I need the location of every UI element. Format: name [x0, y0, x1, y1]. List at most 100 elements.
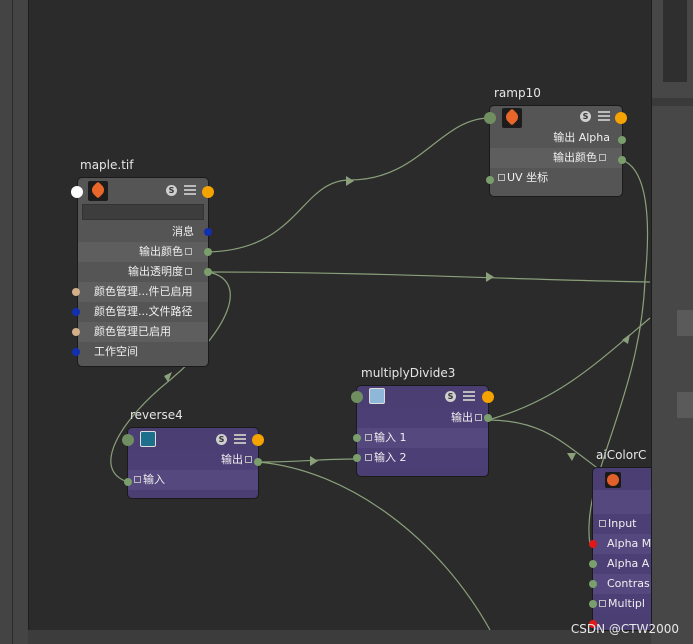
- attr-row[interactable]: 颜色管理已启用: [78, 322, 208, 342]
- attr-label: 输出: [221, 453, 243, 466]
- expand-icon[interactable]: [185, 268, 192, 275]
- plug-dot[interactable]: [353, 434, 361, 442]
- wire-reverse-down: [257, 461, 491, 631]
- multiply-divide-node[interactable]: S 输出 输入 1 输入 2: [357, 386, 488, 476]
- attr-row[interactable]: 消息: [78, 222, 208, 242]
- attr-label: 输入 2: [374, 451, 407, 464]
- menu-icon[interactable]: [598, 111, 610, 121]
- attr-label: 颜色管理已启用: [94, 325, 171, 338]
- attr-label: 输出: [451, 411, 473, 424]
- menu-icon[interactable]: [463, 391, 475, 401]
- input-port[interactable]: [122, 434, 134, 446]
- plug-dot[interactable]: [618, 156, 626, 164]
- attr-row[interactable]: 输入 2: [357, 448, 488, 468]
- attr-label: Multipl: [608, 597, 645, 610]
- attr-row[interactable]: Alpha M: [593, 534, 651, 554]
- attr-row[interactable]: 输入 1: [357, 428, 488, 448]
- output-port[interactable]: [615, 112, 627, 124]
- ai-color-correct-node[interactable]: Input Alpha M Alpha A Contras Multipl: [593, 468, 651, 630]
- expand-icon[interactable]: [599, 520, 606, 527]
- attr-row[interactable]: UV 坐标: [490, 168, 622, 188]
- menu-icon[interactable]: [184, 185, 196, 195]
- attr-row[interactable]: 输出: [128, 450, 258, 470]
- wire-arrow: [567, 453, 576, 461]
- plug-dot[interactable]: [204, 248, 212, 256]
- input-port[interactable]: [484, 112, 496, 124]
- attr-row[interactable]: 输入: [128, 470, 258, 490]
- wire-arrow: [164, 372, 172, 382]
- plug-dot[interactable]: [589, 560, 597, 568]
- plug-dot[interactable]: [254, 458, 262, 466]
- plug-dot[interactable]: [353, 454, 361, 462]
- file-node-maple[interactable]: S 消息 输出颜色 输出透明度 颜色管理...件已启用 颜色管理...文件路径 …: [78, 178, 208, 366]
- wire-arrow: [622, 334, 630, 344]
- node-title-ramp: ramp10: [494, 86, 541, 100]
- watermark: CSDN @CTW2000: [570, 622, 679, 636]
- color-correct-icon: [605, 472, 621, 488]
- plug-dot[interactable]: [589, 600, 597, 608]
- ramp-node[interactable]: S 输出 Alpha 输出颜色 UV 坐标: [490, 106, 622, 196]
- attr-row[interactable]: Multipl: [593, 594, 651, 614]
- expand-icon[interactable]: [599, 600, 606, 607]
- attr-label: 输出颜色: [553, 151, 597, 164]
- input-port[interactable]: [71, 186, 83, 198]
- expand-icon[interactable]: [185, 248, 192, 255]
- output-port[interactable]: [482, 391, 494, 403]
- attr-row[interactable]: 输出: [357, 408, 488, 428]
- output-port[interactable]: [252, 434, 264, 446]
- plug-dot[interactable]: [589, 580, 597, 588]
- wire-multiply-up: [487, 317, 651, 421]
- plug-dot[interactable]: [124, 478, 132, 486]
- reverse-node[interactable]: S 输出 输入: [128, 428, 258, 498]
- maple-leaf-icon: [502, 108, 522, 128]
- s-badge-icon[interactable]: S: [580, 111, 591, 122]
- plug-dot[interactable]: [618, 136, 626, 144]
- plug-dot[interactable]: [589, 540, 597, 548]
- output-port[interactable]: [202, 186, 214, 198]
- attr-row[interactable]: 输出透明度: [78, 262, 208, 282]
- plug-dot[interactable]: [204, 228, 212, 236]
- s-badge-icon[interactable]: S: [166, 185, 177, 196]
- expand-icon[interactable]: [498, 174, 505, 181]
- plug-dot[interactable]: [72, 288, 80, 296]
- attr-label: 输出颜色: [139, 245, 183, 258]
- expand-icon[interactable]: [245, 456, 252, 463]
- reverse-icon: [140, 431, 156, 447]
- attr-row[interactable]: 输出 Alpha: [490, 128, 622, 148]
- attr-row[interactable]: 工作空间: [78, 342, 208, 362]
- expand-icon[interactable]: [134, 476, 141, 483]
- plug-dot[interactable]: [72, 308, 80, 316]
- attr-row[interactable]: 颜色管理...件已启用: [78, 282, 208, 302]
- node-title-reverse: reverse4: [130, 408, 183, 422]
- wire-arrow: [310, 456, 318, 466]
- plug-dot[interactable]: [484, 414, 492, 422]
- expand-icon[interactable]: [365, 434, 372, 441]
- plug-dot[interactable]: [72, 328, 80, 336]
- attr-label: 输入: [143, 473, 165, 486]
- attr-row[interactable]: 颜色管理...文件路径: [78, 302, 208, 322]
- attr-label: 颜色管理...文件路径: [94, 305, 193, 318]
- s-badge-icon[interactable]: S: [445, 391, 456, 402]
- attr-label: 输出透明度: [128, 265, 183, 278]
- attr-label: Input: [608, 517, 637, 530]
- attr-row[interactable]: Contras: [593, 574, 651, 594]
- attr-label: Alpha A: [607, 557, 650, 570]
- file-name-field[interactable]: [82, 204, 204, 220]
- expand-icon[interactable]: [475, 414, 482, 421]
- expand-icon[interactable]: [365, 454, 372, 461]
- attr-row[interactable]: 输出颜色: [490, 148, 622, 168]
- plug-dot[interactable]: [486, 176, 494, 184]
- s-badge-icon[interactable]: S: [216, 434, 227, 445]
- wire-reverse-to-multiply: [257, 458, 357, 463]
- plug-dot[interactable]: [204, 268, 212, 276]
- input-port[interactable]: [351, 391, 363, 403]
- attr-label: Contras: [607, 577, 650, 590]
- attr-row[interactable]: 输出颜色: [78, 242, 208, 262]
- attr-row[interactable]: Input: [593, 514, 651, 534]
- expand-icon[interactable]: [599, 154, 606, 161]
- menu-icon[interactable]: [234, 434, 246, 444]
- plug-dot[interactable]: [72, 348, 80, 356]
- attr-label: Alpha M: [607, 537, 651, 550]
- attr-label: 工作空间: [94, 345, 138, 358]
- attr-row[interactable]: Alpha A: [593, 554, 651, 574]
